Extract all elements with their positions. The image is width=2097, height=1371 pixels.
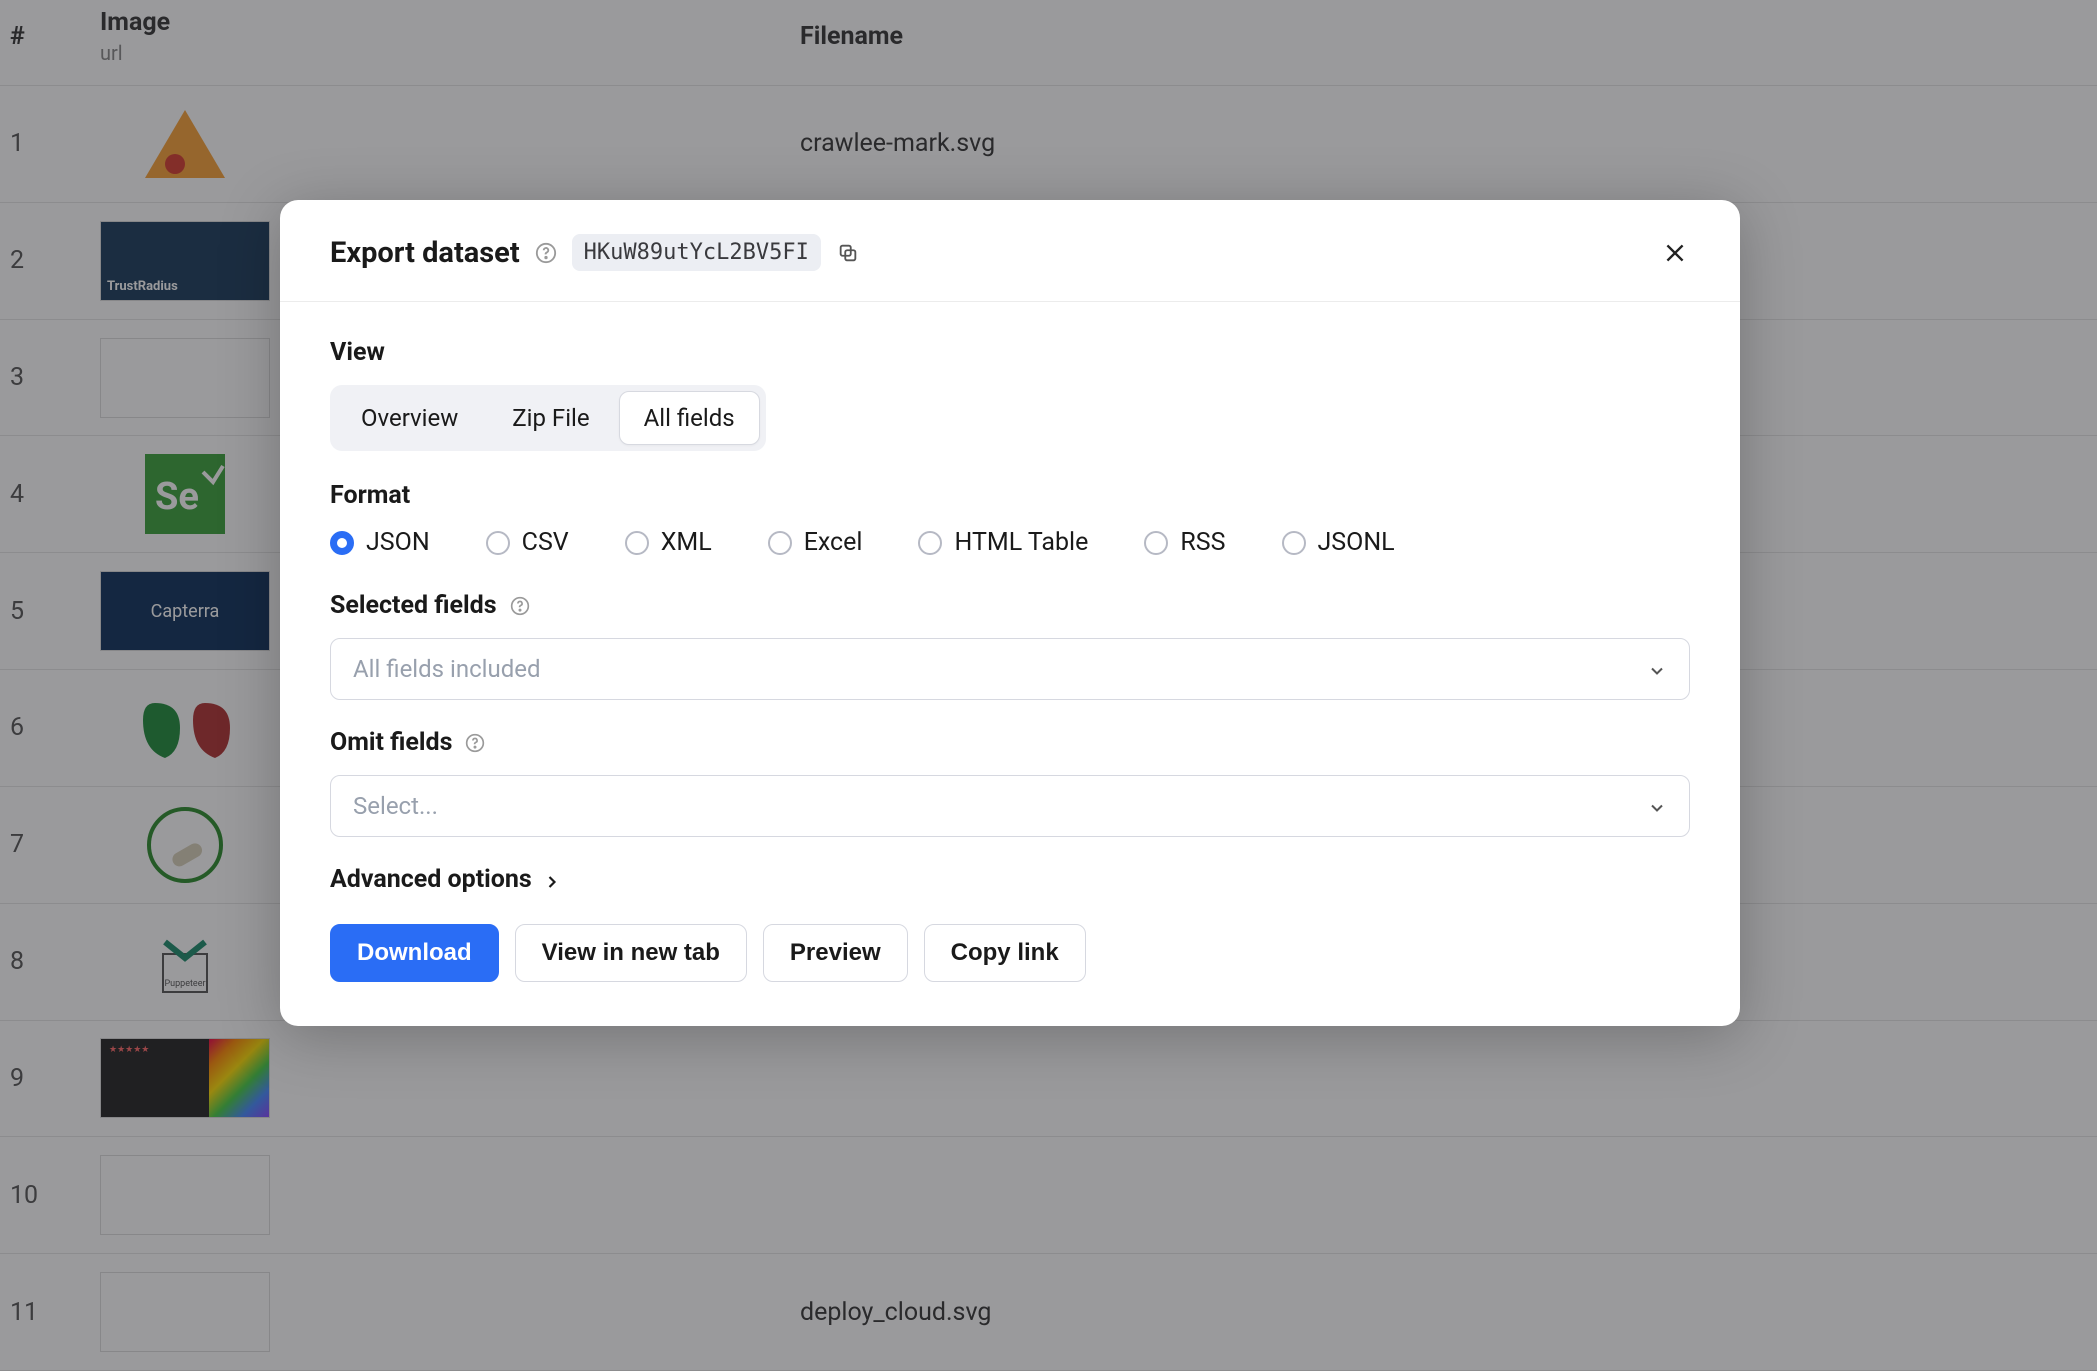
omit-fields-label: Omit fields [330,728,1690,757]
radio-icon [486,531,510,555]
tab-zip-file[interactable]: Zip File [487,391,614,445]
radio-label: RSS [1180,528,1225,557]
select-placeholder: Select... [353,792,438,820]
radio-icon [918,531,942,555]
format-label: Format [330,481,1690,510]
modal-title: Export dataset [330,236,520,270]
radio-icon [625,531,649,555]
radio-json[interactable]: JSON [330,528,430,557]
preview-button[interactable]: Preview [763,924,908,982]
radio-jsonl[interactable]: JSONL [1282,528,1395,557]
view-new-tab-button[interactable]: View in new tab [515,924,747,982]
radio-icon [330,531,354,555]
dataset-id-badge: HKuW89utYcL2BV5FI [572,234,821,271]
selected-fields-label-text: Selected fields [330,591,497,620]
radio-rss[interactable]: RSS [1144,528,1225,557]
advanced-options-label: Advanced options [330,865,532,894]
view-label: View [330,338,1690,367]
omit-fields-label-text: Omit fields [330,728,452,757]
radio-label: JSONL [1318,528,1395,557]
download-button[interactable]: Download [330,924,499,982]
radio-label: XML [661,528,712,557]
advanced-options-toggle[interactable]: Advanced options [330,865,562,894]
radio-label: JSON [366,528,430,557]
export-dataset-modal: Export dataset HKuW89utYcL2BV5FI View Ov… [280,200,1740,1026]
radio-label: Excel [804,528,863,557]
select-placeholder: All fields included [353,655,541,683]
help-icon[interactable] [464,732,486,754]
selected-fields-select[interactable]: All fields included [330,638,1690,700]
chevron-right-icon [542,870,562,890]
chevron-down-icon [1647,659,1667,679]
radio-icon [1144,531,1168,555]
copy-link-button[interactable]: Copy link [924,924,1086,982]
radio-icon [768,531,792,555]
radio-label: CSV [522,528,569,557]
view-segmented-control: Overview Zip File All fields [330,385,766,451]
copy-icon[interactable] [837,242,859,264]
chevron-down-icon [1647,796,1667,816]
tab-all-fields[interactable]: All fields [619,391,760,445]
help-icon[interactable] [534,241,558,265]
modal-header: Export dataset HKuW89utYcL2BV5FI [280,200,1740,302]
action-buttons: Download View in new tab Preview Copy li… [330,924,1690,982]
format-radio-group: JSON CSV XML Excel HTML Table RSS JSONL [330,528,1690,557]
omit-fields-select[interactable]: Select... [330,775,1690,837]
radio-icon [1282,531,1306,555]
tab-overview[interactable]: Overview [336,391,483,445]
radio-html-table[interactable]: HTML Table [918,528,1088,557]
radio-csv[interactable]: CSV [486,528,569,557]
radio-label: HTML Table [954,528,1088,557]
radio-excel[interactable]: Excel [768,528,863,557]
help-icon[interactable] [509,595,531,617]
close-button[interactable] [1660,238,1690,268]
radio-xml[interactable]: XML [625,528,712,557]
selected-fields-label: Selected fields [330,591,1690,620]
modal-body: View Overview Zip File All fields Format… [280,302,1740,1026]
